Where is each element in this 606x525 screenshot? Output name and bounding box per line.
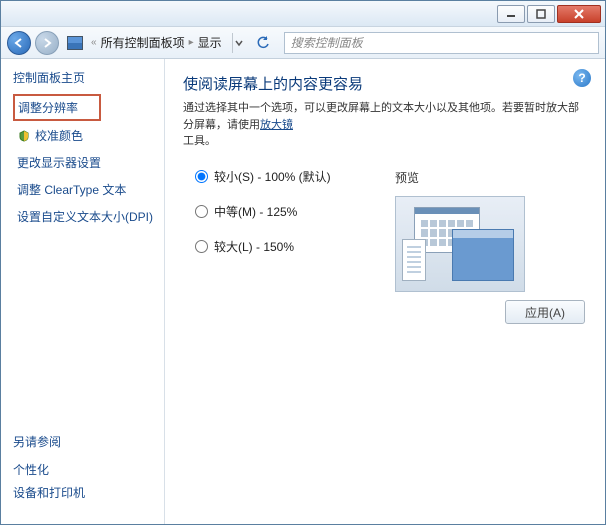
preview-panel-icon (452, 229, 514, 281)
minimize-icon (506, 9, 516, 19)
sidebar-item-dpi[interactable]: 设置自定义文本大小(DPI) (13, 204, 164, 229)
radio-label: 中等(M) - 125% (214, 203, 297, 220)
maximize-button[interactable] (527, 5, 555, 23)
sidebar-item-resolution[interactable]: 调整分辨率 (13, 94, 101, 121)
apply-button[interactable]: 应用(A) (505, 300, 585, 324)
window: « 所有控制面板项 ▸ 显示 搜索控制面板 控制面板主页 调整分辨率 (0, 0, 606, 525)
sidebar-item-label: 设置自定义文本大小(DPI) (17, 208, 153, 225)
close-button[interactable] (557, 5, 601, 23)
radio-large[interactable]: 较大(L) - 150% (195, 238, 587, 255)
sidebar-item-cleartype[interactable]: 调整 ClearType 文本 (13, 177, 164, 202)
radio-label: 较小(S) - 100% (默认) (214, 168, 331, 185)
scale-radio-group: 较小(S) - 100% (默认) 中等(M) - 125% 较大(L) - 1… (195, 168, 587, 255)
help-icon[interactable]: ? (573, 69, 591, 87)
radio-large-input[interactable] (195, 240, 208, 253)
chevron-down-icon (235, 39, 243, 47)
seealso-devices[interactable]: 设备和打印机 (13, 481, 164, 504)
preview-label: 预览 (395, 169, 525, 186)
refresh-icon (256, 36, 270, 50)
sidebar-item-label: 调整 ClearType 文本 (17, 181, 126, 198)
radio-small-input[interactable] (195, 170, 208, 183)
breadcrumb-dropdown[interactable] (232, 33, 246, 53)
preview-image (395, 196, 525, 292)
refresh-button[interactable] (252, 32, 274, 54)
radio-label: 较大(L) - 150% (214, 238, 294, 255)
sidebar-item-label: 调整分辨率 (18, 99, 78, 116)
sidebar-item-display-settings[interactable]: 更改显示器设置 (13, 150, 164, 175)
content: ? 使阅读屏幕上的内容更容易 通过选择其中一个选项，可以更改屏幕上的文本大小以及… (165, 59, 605, 524)
page-title: 使阅读屏幕上的内容更容易 (183, 73, 587, 94)
seealso-personalize[interactable]: 个性化 (13, 458, 164, 481)
seealso-heading: 另请参阅 (13, 433, 164, 450)
navbar: « 所有控制面板项 ▸ 显示 搜索控制面板 (1, 27, 605, 59)
sidebar: 控制面板主页 调整分辨率 校准颜色 更改显示器设置 调整 ClearType 文… (1, 59, 165, 524)
preview-list-icon (402, 239, 426, 281)
minimize-button[interactable] (497, 5, 525, 23)
search-input[interactable]: 搜索控制面板 (284, 32, 599, 54)
shield-icon (17, 129, 31, 143)
sidebar-heading[interactable]: 控制面板主页 (13, 69, 164, 86)
search-placeholder: 搜索控制面板 (291, 34, 363, 51)
page-description: 通过选择其中一个选项，可以更改屏幕上的文本大小以及其他项。若要暂时放大部分屏幕，… (183, 100, 587, 150)
breadcrumb[interactable]: « 所有控制面板项 ▸ 显示 (91, 34, 222, 51)
radio-medium[interactable]: 中等(M) - 125% (195, 203, 587, 220)
forward-arrow-icon (41, 37, 53, 49)
breadcrumb-part[interactable]: 显示 (198, 34, 222, 51)
radio-medium-input[interactable] (195, 205, 208, 218)
breadcrumb-part[interactable]: 所有控制面板项 (101, 34, 185, 51)
sidebar-item-label: 更改显示器设置 (17, 154, 101, 171)
chevron-right-icon: ▸ (189, 37, 194, 48)
titlebar (1, 1, 605, 27)
back-button[interactable] (7, 31, 31, 55)
chevron-right-icon: « (91, 37, 97, 48)
maximize-icon (536, 9, 546, 19)
preview-area: 预览 (395, 169, 525, 292)
radio-small[interactable]: 较小(S) - 100% (默认) (195, 168, 587, 185)
close-icon (574, 9, 584, 19)
sidebar-item-calibrate[interactable]: 校准颜色 (13, 123, 164, 148)
forward-button[interactable] (35, 31, 59, 55)
monitor-icon (67, 36, 83, 50)
magnifier-link[interactable]: 放大镜 (260, 119, 293, 131)
sidebar-item-label: 校准颜色 (35, 127, 83, 144)
back-arrow-icon (13, 37, 25, 49)
body: 控制面板主页 调整分辨率 校准颜色 更改显示器设置 调整 ClearType 文… (1, 59, 605, 524)
